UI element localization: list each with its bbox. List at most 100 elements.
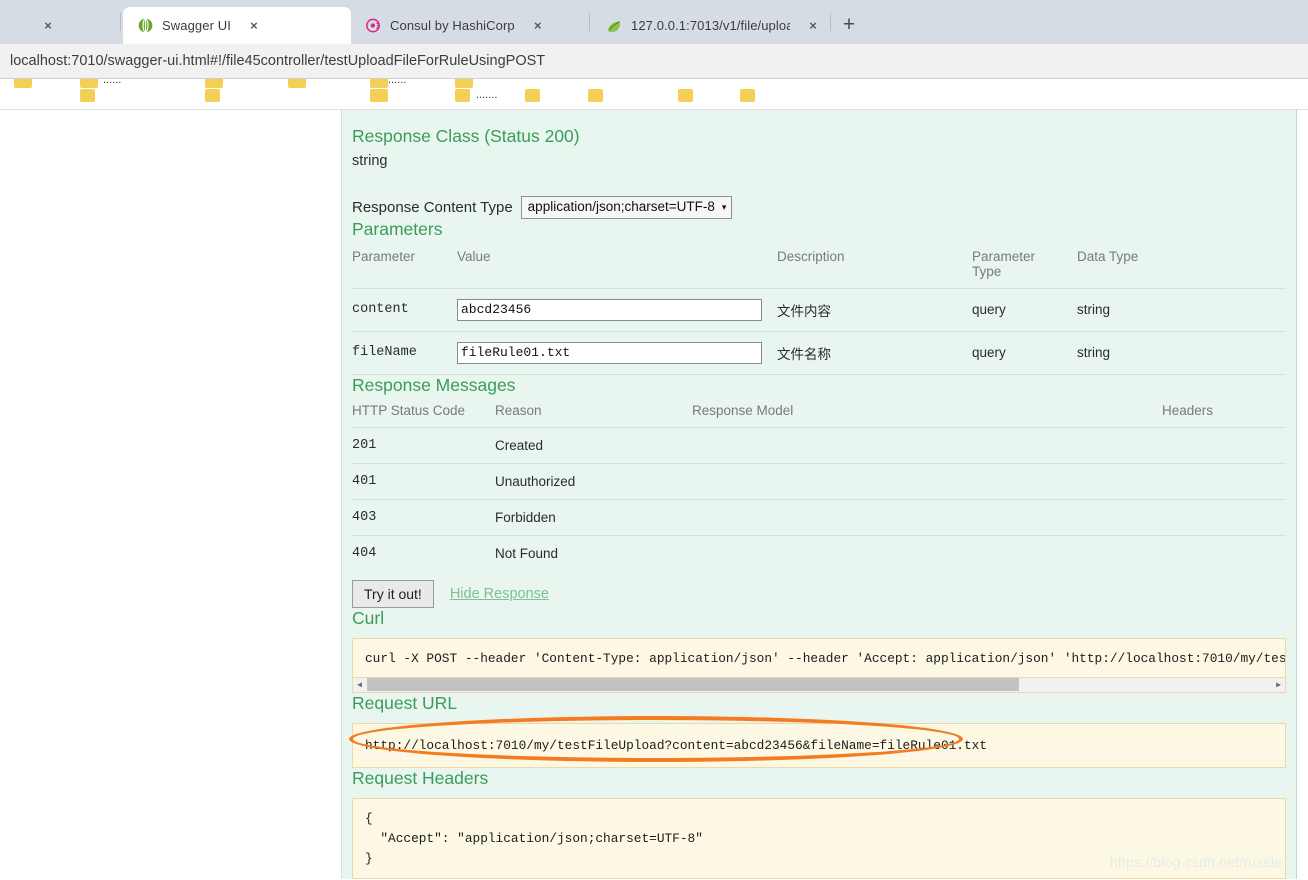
curl-codebox: curl -X POST --header 'Content-Type: app… [352, 637, 1286, 693]
browser-tab-file-upload-title: 127.0.0.1:7013/v1/file/uploadF [631, 18, 790, 33]
param-value-cell [457, 288, 777, 332]
col-parameter-type-line1: Parameter [972, 248, 1036, 264]
status-headers-201 [1162, 427, 1286, 464]
scroll-right-arrow-icon[interactable]: ▶ [1272, 680, 1285, 690]
param-name-content: content [352, 288, 457, 332]
bookmark-folder-icon[interactable] [80, 79, 98, 88]
spring-leaf-icon [606, 18, 622, 34]
browser-tab-bar: × Swagger UI × Consul by HashiCorp × 127… [0, 0, 1308, 44]
table-row: fileName 文件名称 query string [352, 331, 1286, 375]
request-url-section-title: Request URL [352, 692, 458, 713]
close-icon[interactable]: × [39, 17, 57, 35]
scroll-left-arrow-icon[interactable]: ◀ [353, 680, 366, 690]
parameters-table: Parameter Value Description Parameter Ty… [352, 248, 1286, 375]
browser-address-bar[interactable]: localhost:7010/swagger-ui.html#!/file45c… [0, 44, 1308, 79]
param-description-filename: 文件名称 [777, 331, 972, 375]
response-content-type-label: Response Content Type [352, 198, 513, 216]
param-input-content[interactable] [457, 298, 762, 321]
response-content-type-select[interactable]: application/json;charset=UTF-8 ▾ [520, 196, 733, 219]
table-row: 201 Created [352, 427, 1286, 464]
close-icon[interactable]: × [529, 17, 547, 35]
param-datatype-content: string [1077, 288, 1286, 332]
status-headers-401 [1162, 463, 1286, 500]
bookmark-folder-icon[interactable] [678, 89, 693, 102]
bookmark-folder-icon[interactable] [80, 89, 95, 102]
page-body: Response Class (Status 200) string Respo… [0, 110, 1308, 879]
table-row: content 文件内容 query string [352, 288, 1286, 332]
parameters-header-row: Parameter Value Description Parameter Ty… [352, 248, 1286, 289]
status-code-401: 401 [352, 463, 495, 500]
bookmark-folder-icon[interactable] [205, 89, 220, 102]
page-vertical-scrollbar[interactable] [1297, 110, 1308, 879]
bookmark-folder-icon[interactable] [370, 79, 388, 88]
status-reason-201: Created [495, 427, 692, 464]
tab-divider [589, 13, 590, 31]
status-reason-403: Forbidden [495, 499, 692, 536]
browser-tab-consul[interactable]: Consul by HashiCorp × [351, 7, 587, 44]
col-response-model: Response Model [692, 402, 1162, 428]
browser-tab-swagger-ui-title: Swagger UI [162, 18, 231, 33]
status-model-401 [692, 463, 1162, 500]
watermark-text: https://blog.csdn.net/russle [1109, 854, 1282, 870]
curl-section-title: Curl [352, 607, 385, 628]
bookmark-folder-icon[interactable] [205, 79, 223, 88]
scrollbar-thumb[interactable] [367, 678, 1020, 692]
try-it-out-button[interactable]: Try it out! [352, 579, 434, 608]
param-name-filename: fileName [352, 331, 457, 375]
response-class-title: Response Class (Status 200) [352, 126, 580, 146]
browser-tab-file-upload[interactable]: 127.0.0.1:7013/v1/file/uploadF × [592, 7, 828, 44]
table-row: 401 Unauthorized [352, 463, 1286, 500]
col-description: Description [777, 248, 972, 289]
bookmark-label[interactable]: ...... [103, 79, 185, 86]
status-model-404 [692, 535, 1162, 571]
chevron-down-icon: ▾ [721, 201, 727, 212]
bookmark-folder-icon[interactable] [14, 79, 32, 88]
status-headers-403 [1162, 499, 1286, 536]
bookmark-folder-icon[interactable] [455, 89, 470, 102]
parameters-section-title: Parameters [352, 218, 443, 239]
request-headers-section-title: Request Headers [352, 767, 489, 788]
status-reason-404: Not Found [495, 545, 559, 561]
status-model-403 [692, 499, 1162, 536]
col-parameter-type-line2: Type [972, 263, 1002, 279]
table-row: 404 Not Found [352, 535, 1286, 571]
browser-tab-0[interactable]: × [0, 7, 118, 44]
close-icon[interactable]: × [245, 17, 263, 35]
response-messages-header-row: HTTP Status Code Reason Response Model H… [352, 402, 1286, 428]
col-parameter-type: Parameter Type [972, 248, 1077, 289]
bookmark-label[interactable]: ...... [388, 79, 440, 86]
status-code-201: 201 [352, 427, 495, 464]
curl-command-text: curl -X POST --header 'Content-Type: app… [365, 650, 1285, 666]
bookmarks-bar[interactable]: ...... ...... ....... [0, 79, 1308, 110]
param-input-filename[interactable] [457, 341, 762, 364]
curl-horizontal-scrollbar[interactable]: ◀ ▶ [353, 676, 1285, 692]
new-tab-button[interactable]: + [833, 9, 865, 41]
operation-actions: Try it out! Hide Response [352, 579, 1286, 608]
bookmark-folder-icon[interactable] [288, 79, 306, 88]
param-type-content: query [972, 288, 1077, 332]
browser-tab-swagger-ui[interactable]: Swagger UI × [123, 7, 351, 44]
status-headers-404 [1162, 535, 1286, 571]
col-value: Value [457, 248, 777, 289]
close-icon[interactable]: × [804, 17, 822, 35]
param-datatype-filename: string [1077, 331, 1286, 375]
response-class-model: string [352, 153, 388, 169]
swagger-icon [137, 18, 153, 34]
swagger-operation-panel: Response Class (Status 200) string Respo… [341, 110, 1297, 879]
bookmark-label[interactable]: ....... [476, 89, 534, 101]
bookmark-folder-icon[interactable] [370, 89, 388, 102]
response-messages-section-title: Response Messages [352, 374, 516, 395]
scrollbar-track[interactable] [366, 678, 1272, 692]
param-value-cell [457, 331, 777, 375]
bookmark-folder-icon[interactable] [740, 89, 755, 102]
col-http-status-code: HTTP Status Code [352, 402, 495, 428]
response-content-type-selected-value: application/json;charset=UTF-8 [527, 199, 715, 214]
tab-divider [830, 13, 831, 31]
bookmark-folder-icon[interactable] [455, 79, 473, 88]
response-messages-table: HTTP Status Code Reason Response Model H… [352, 402, 1286, 571]
col-data-type: Data Type [1077, 248, 1286, 289]
status-model-201 [692, 427, 1162, 464]
col-headers: Headers [1162, 402, 1286, 428]
bookmark-folder-icon[interactable] [588, 89, 603, 102]
hide-response-link[interactable]: Hide Response [450, 586, 549, 602]
